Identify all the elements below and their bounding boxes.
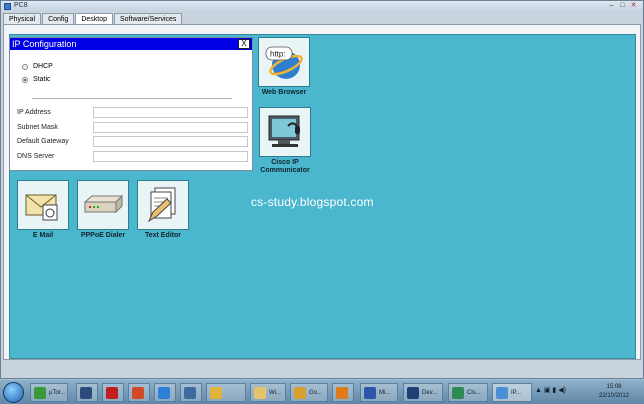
taskbar-item-9[interactable] [332,383,354,402]
tab-physical[interactable]: Physical [3,13,42,24]
title-bar[interactable]: PC8 – □ ✕ [1,1,643,12]
watermark-text: cs-study.blogspot.com [251,195,374,209]
email-label: E Mail [32,232,54,239]
taskbar-item-cisco-packet-tracer[interactable]: Cis... [448,383,488,402]
web-browser-app[interactable]: http: Web Browser [254,37,314,97]
taskbar-item-word[interactable]: Mi... [360,383,398,402]
dns-server-label: DNS Server [17,153,55,160]
minimize-button[interactable]: – [607,2,616,10]
http-icon-text: http: [270,50,286,59]
email-icon[interactable] [17,180,69,230]
taskbar-item-4[interactable] [154,383,176,402]
network-icon [184,386,196,399]
powerpoint-icon [132,386,144,399]
ip-configuration-title-bar[interactable]: IP Configuration X [10,38,252,50]
clock-date: 22/10/2012 [598,393,630,399]
ip-phone-icon[interactable] [259,107,311,157]
taskbar-item-2[interactable] [102,383,124,402]
word-icon [364,386,376,399]
web-browser-label: Web Browser [261,89,307,96]
start-button[interactable] [3,382,24,403]
tab-config[interactable]: Config [42,13,75,24]
dhcp-radio[interactable]: DHCP [22,63,53,70]
pppoe-dialer-label: PPPoE Dialer [80,232,126,239]
clock[interactable]: 15:08 22/10/2012 [596,383,632,401]
divider [32,98,232,99]
ip-configuration-icon [496,386,508,399]
packet-tracer-icon [452,386,464,399]
text-editor-app[interactable]: Text Editor [133,180,193,240]
static-label: Static [33,76,51,83]
ip-address-label: IP Address [17,109,51,116]
computer-icon [80,386,92,399]
media-icon [210,386,222,399]
close-dialog-button[interactable]: X [238,39,250,49]
dns-server-input[interactable] [93,151,248,162]
pdf-icon [106,386,118,399]
chrome-icon [294,386,306,399]
ip-configuration-dialog: IP Configuration X DHCP Static IP Addres… [9,37,253,171]
pppoe-dialer-app[interactable]: PPPoE Dialer [73,180,133,240]
cisco-ip-communicator-app[interactable]: Cisco IP Communicator [254,107,316,175]
close-window-button[interactable]: ✕ [629,2,638,10]
taskbar-item-google-chrome[interactable]: Go... [290,383,328,402]
taskbar-item-dev-cpp[interactable]: Dev... [403,383,443,402]
taskbar-item-utorrent[interactable]: µTor... [30,383,68,402]
cisco-ip-communicator-label: Cisco IP Communicator [260,159,310,174]
subnet-mask-label: Subnet Mask [17,124,58,131]
tab-bar: Physical Config Desktop Software/Service… [3,13,183,25]
utorrent-icon [34,386,46,399]
maximize-button[interactable]: □ [618,2,627,10]
taskbar-item-1[interactable] [76,383,98,402]
window-title: PC8 [14,2,28,9]
media-player-icon [336,386,348,399]
modem-icon[interactable] [77,180,129,230]
default-gateway-label: Default Gateway [17,138,69,145]
taskbar-item-ip-configuration[interactable]: IP... [492,383,532,402]
clock-time: 15:08 [606,384,622,390]
taskbar-item-3[interactable] [128,383,150,402]
dhcp-radio-dot[interactable] [22,63,28,70]
dhcp-label: DHCP [33,63,53,70]
taskbar-item-6[interactable] [206,383,246,402]
taskbar-item-5[interactable] [180,383,202,402]
ip-address-input[interactable] [93,107,248,118]
dev-icon [407,386,419,399]
app-icon [4,3,11,10]
system-tray[interactable]: ▲ ▣ ▮ ◀) [535,386,566,394]
email-app[interactable]: E Mail [13,180,73,240]
internet-explorer-icon [158,386,170,399]
taskbar: µTor... Wi... Go... Mi... Dev... Cis... … [0,379,644,404]
default-gateway-input[interactable] [93,136,248,147]
taskbar-item-windows-explorer[interactable]: Wi... [250,383,286,402]
web-browser-icon[interactable]: http: [258,37,310,87]
static-radio[interactable]: Static [22,76,51,83]
text-editor-icon[interactable] [137,180,189,230]
tab-software-services[interactable]: Software/Services [114,13,183,24]
static-radio-dot[interactable] [22,76,28,83]
subnet-mask-input[interactable] [93,122,248,133]
text-editor-label: Text Editor [144,232,182,239]
folder-icon [254,386,266,399]
ip-configuration-title: IP Configuration [12,39,77,49]
app-window: PC8 – □ ✕ Physical Config Desktop Softwa… [0,0,644,379]
